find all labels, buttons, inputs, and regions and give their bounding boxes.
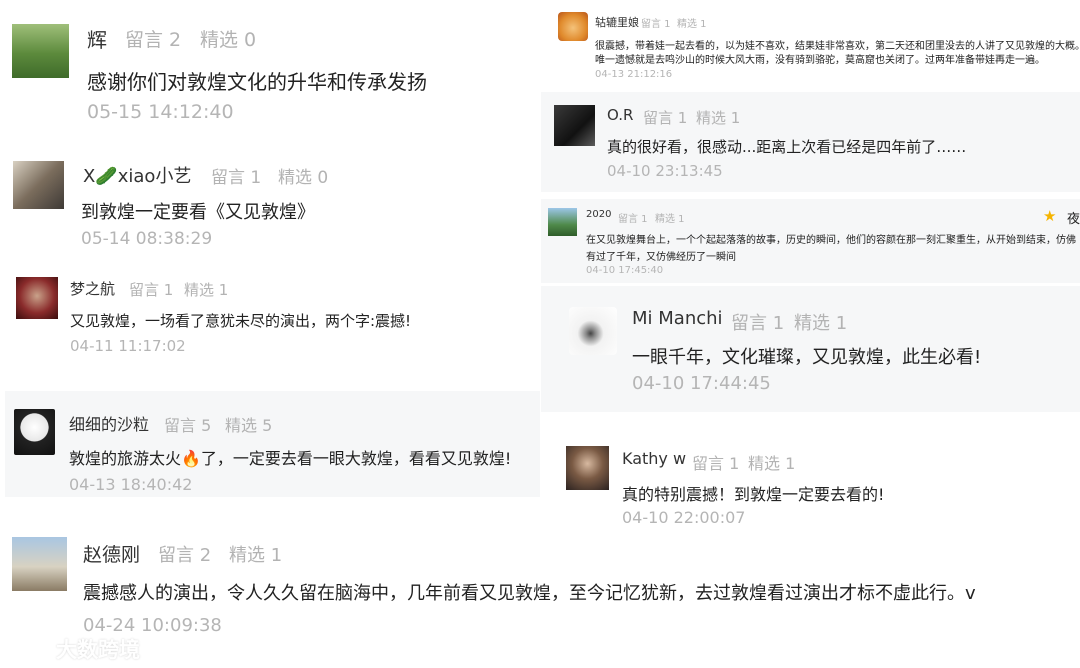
comment-text: 震撼感人的演出，令人久久留在脑海中，几年前看又见敦煌，至今记忆犹新，去过敦煌看过… — [83, 583, 976, 604]
avatar[interactable] — [13, 161, 64, 209]
avatar[interactable] — [12, 24, 69, 78]
comment-card: 轱辘里娘 留言 1 精选 1 很震撼，带着娃一起去看的，以为娃不喜欢，结果娃非常… — [555, 0, 1080, 90]
message-count: 留言 1 — [641, 19, 671, 30]
featured-count: 精选 1 — [677, 19, 707, 30]
comment-text: 感谢你们对敦煌文化的升华和传承发扬 — [87, 70, 427, 94]
comment-card: 赵德刚 留言 2 精选 1 震撼感人的演出，令人久久留在脑海中，几年前看又见敦煌… — [0, 528, 1080, 668]
featured-count: 精选 1 — [794, 313, 848, 334]
comment-card: X🥒xiao小艺 留言 1 精选 0 到敦煌一定要看《又见敦煌》 05-14 0… — [0, 148, 545, 260]
comment-time: 04-24 10:09:38 — [83, 615, 222, 636]
comment-text: 很震撼，带着娃一起去看的，以为娃不喜欢，结果娃非常喜欢，第二天还和团里没去的人讲… — [595, 41, 1080, 52]
commenter-name[interactable]: 细细的沙粒 — [69, 411, 149, 435]
commenter-name[interactable]: 梦之航 — [70, 278, 115, 299]
featured-count: 精选 1 — [655, 214, 685, 225]
featured-count: 精选 0 — [278, 168, 329, 188]
comment-time: 04-10 17:45:40 — [586, 265, 664, 276]
featured-count: 精选 1 — [748, 454, 796, 473]
avatar[interactable] — [554, 105, 595, 146]
message-count: 留言 1 — [618, 214, 648, 225]
comment-text-line2: 有过了千年，又仿佛经历了一瞬间 — [586, 252, 736, 263]
message-count: 留言 1 — [211, 168, 262, 188]
comment-card: O.R 留言 1 精选 1 真的很好看，很感动...距离上次看已经是四年前了……… — [541, 92, 1080, 192]
commenter-name[interactable]: 赵德刚 — [83, 540, 140, 567]
side-char: 夜 — [1067, 212, 1080, 227]
comment-card: 细细的沙粒 留言 5 精选 5 敦煌的旅游太火🔥了，一定要去看一眼大敦煌，看看又… — [5, 391, 540, 497]
message-count: 留言 1 — [731, 313, 785, 334]
comment-card: 辉 留言 2 精选 0 感谢你们对敦煌文化的升华和传承发扬 05-15 14:1… — [0, 0, 545, 140]
message-count: 留言 2 — [158, 545, 212, 566]
commenter-name[interactable]: O.R — [607, 106, 633, 124]
featured-count: 精选 1 — [229, 545, 283, 566]
comment-text: 到敦煌一定要看《又见敦煌》 — [81, 202, 315, 223]
comment-time: 05-14 08:38:29 — [81, 229, 213, 249]
star-icon: ★ — [1043, 207, 1057, 225]
featured-count: 精选 5 — [225, 416, 273, 435]
comment-time: 04-11 11:17:02 — [70, 337, 186, 355]
commenter-name[interactable]: 轱辘里娘 — [595, 14, 639, 30]
comment-time: 04-10 17:44:45 — [632, 373, 771, 394]
message-count: 留言 1 — [692, 454, 740, 473]
comment-text: 一眼千年，文化璀璨，又见敦煌，此生必看! — [632, 347, 982, 368]
comment-text: 又见敦煌，一场看了意犹未尽的演出，两个字:震撼! — [70, 312, 412, 330]
comment-text-line2: 唯一遗憾就是去鸣沙山的时候大风大雨，没有骑到骆驼，莫高窟也关闭了。过两年准备带娃… — [595, 55, 1045, 66]
avatar[interactable] — [16, 277, 58, 319]
comment-time: 05-15 14:12:40 — [87, 101, 234, 123]
comment-text: 真的特别震撼！到敦煌一定要去看的! — [622, 485, 885, 504]
commenter-name[interactable]: Kathy w — [622, 449, 686, 468]
watermark: 大数跨境 — [8, 634, 140, 664]
message-count: 留言 5 — [164, 416, 212, 435]
comment-text: 在又见敦煌舞台上，一个个起起落落的故事，历史的瞬间，他们的容颜在那一刻汇聚重生，… — [586, 235, 1076, 246]
comment-time: 04-13 18:40:42 — [69, 475, 193, 494]
message-count: 留言 1 — [129, 281, 174, 299]
comment-text: 真的很好看，很感动...距离上次看已经是四年前了…… — [607, 138, 967, 156]
watermark-logo-icon — [8, 636, 50, 662]
comment-text: 敦煌的旅游太火🔥了，一定要去看一眼大敦煌，看看又见敦煌! — [69, 449, 512, 468]
featured-count: 精选 1 — [696, 109, 741, 127]
commenter-name[interactable]: 辉 — [87, 24, 107, 53]
message-count: 留言 1 — [643, 109, 688, 127]
comment-card: 2020 留言 1 精选 1 ★ 夜 在又见敦煌舞台上，一个个起起落落的故事，历… — [541, 199, 1080, 283]
avatar[interactable] — [566, 446, 609, 490]
commenter-name[interactable]: X🥒xiao小艺 — [83, 162, 191, 188]
comment-time: 04-13 21:12:16 — [595, 69, 673, 80]
featured-count: 精选 1 — [184, 281, 229, 299]
featured-count: 精选 0 — [200, 29, 257, 51]
avatar[interactable] — [14, 409, 55, 455]
watermark-text: 大数跨境 — [56, 638, 140, 662]
comment-time: 04-10 22:00:07 — [622, 508, 746, 525]
message-count: 留言 2 — [125, 29, 182, 51]
comment-card: 梦之航 留言 1 精选 1 又见敦煌，一场看了意犹未尽的演出，两个字:震撼! 0… — [0, 265, 545, 385]
avatar[interactable] — [12, 537, 67, 591]
comment-card: Kathy w 留言 1 精选 1 真的特别震撼！到敦煌一定要去看的! 04-1… — [541, 420, 1080, 525]
avatar[interactable] — [548, 208, 577, 236]
commenter-name[interactable]: Mi Manchi — [632, 308, 723, 329]
comment-card: Mi Manchi 留言 1 精选 1 一眼千年，文化璀璨，又见敦煌，此生必看!… — [541, 286, 1080, 412]
commenter-name[interactable]: 2020 — [586, 209, 611, 220]
comment-time: 04-10 23:13:45 — [607, 162, 723, 180]
avatar[interactable] — [558, 12, 588, 41]
avatar[interactable] — [569, 307, 617, 355]
